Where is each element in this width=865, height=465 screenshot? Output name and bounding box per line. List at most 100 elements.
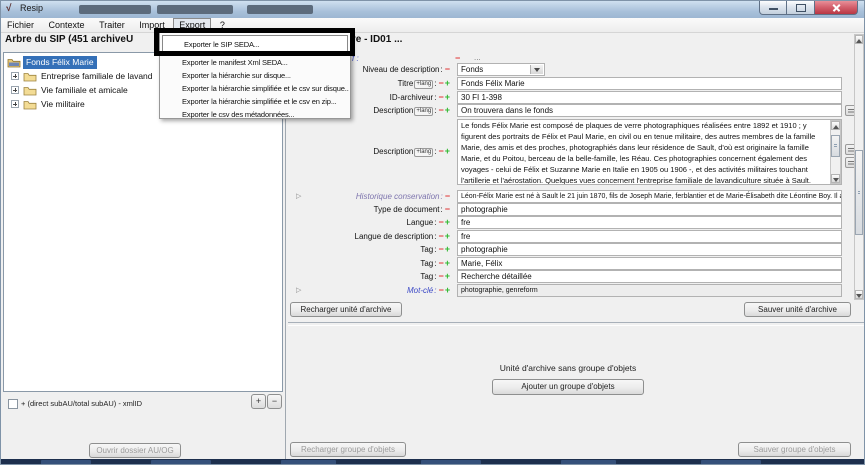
tree-item-label: Vie militaire: [39, 98, 87, 111]
add-field-icon[interactable]: +: [445, 271, 450, 281]
scrollbar-thumb[interactable]: [831, 135, 840, 157]
id-archiveur-input[interactable]: 30 FI 1-398: [457, 91, 842, 104]
profile-label-fragment: f :: [352, 54, 359, 63]
remove-field-icon[interactable]: −: [438, 231, 443, 241]
archive-unit-panel: Unité d'archive - ID01 ... f : − ... Niv…: [288, 32, 865, 459]
object-group-empty-text: Unité d'archive sans groupe d'objets: [288, 363, 848, 373]
folder-icon: [23, 85, 37, 96]
type-document-input[interactable]: photographie: [457, 203, 842, 216]
add-field-icon[interactable]: +: [445, 258, 450, 268]
add-field-icon[interactable]: +: [445, 217, 450, 227]
minimize-icon: [769, 8, 778, 10]
menu-item-export-simplified-csv-zip[interactable]: Exporter la hiérarchie simplifiée et le …: [161, 95, 349, 108]
remove-field-icon[interactable]: −: [445, 191, 450, 201]
menu-item-export-sip-seda[interactable]: Exporter le SIP SEDA...: [162, 35, 348, 52]
sip-tree-header: Arbre du SIP (451 archiveU: [5, 34, 133, 45]
tree-item-label: Entreprise familiale de lavand: [39, 70, 155, 83]
add-lang-badge[interactable]: +lang: [414, 148, 433, 157]
menu-fichier[interactable]: Fichier: [1, 18, 40, 31]
reload-archive-unit-button[interactable]: Recharger unité d'archive: [290, 302, 402, 317]
remove-field-icon[interactable]: −: [455, 53, 460, 63]
minimize-button[interactable]: [759, 1, 787, 15]
add-field-icon[interactable]: +: [445, 231, 450, 241]
add-lang-badge[interactable]: +lang: [414, 107, 433, 116]
reload-object-group-button[interactable]: Recharger groupe d'objets: [290, 442, 406, 457]
field-label: Tag:−+: [288, 270, 450, 283]
langue-description-input[interactable]: fre: [457, 230, 842, 243]
more-icon[interactable]: ...: [474, 53, 481, 62]
form-scrollbar[interactable]: [854, 34, 864, 300]
menu-item-export-hierarchy-disk[interactable]: Exporter la hiérarchie sur disque...: [161, 69, 349, 82]
titre-input[interactable]: Fonds Félix Marie: [457, 77, 842, 90]
section-divider: [288, 322, 865, 326]
remove-field-icon[interactable]: −: [438, 105, 443, 115]
mot-cle-input[interactable]: photographie, genreform: [457, 284, 842, 297]
menu-item-export-metadata-csv[interactable]: Exporter le csv des métadonnées...: [161, 108, 349, 121]
historique-conservation-input[interactable]: Léon-Félix Marie est né à Sault le 21 ju…: [457, 190, 842, 203]
subau-count-checkbox[interactable]: [8, 399, 18, 409]
add-object-group-button[interactable]: Ajouter un groupe d'objets: [492, 379, 644, 395]
menu-traiter[interactable]: Traiter: [93, 18, 131, 31]
save-archive-unit-button[interactable]: Sauver unité d'archive: [744, 302, 851, 317]
title-bar[interactable]: √ Resip: [1, 1, 865, 19]
tag-input[interactable]: Recherche détaillée: [457, 270, 842, 283]
remove-field-icon[interactable]: −: [438, 92, 443, 102]
scroll-down-icon[interactable]: [831, 174, 840, 183]
add-field-icon[interactable]: +: [445, 244, 450, 254]
scroll-up-icon[interactable]: [855, 35, 863, 44]
remove-field-icon[interactable]: −: [438, 78, 443, 88]
add-field-icon[interactable]: +: [445, 78, 450, 88]
field-label: Tag:−+: [288, 257, 450, 270]
description-input[interactable]: On trouvera dans le fonds: [457, 104, 842, 117]
save-object-group-button[interactable]: Sauver groupe d'objets: [738, 442, 851, 457]
add-lang-badge[interactable]: +lang: [414, 80, 433, 89]
folder-icon: [23, 99, 37, 110]
add-field-icon[interactable]: +: [445, 92, 450, 102]
expand-icon[interactable]: [11, 72, 19, 80]
remove-field-icon[interactable]: −: [438, 217, 443, 227]
field-label: Type de document:−: [288, 203, 450, 216]
folder-icon: [7, 57, 21, 68]
tree-item-label: Vie familiale et amicale: [39, 84, 130, 97]
field-label: Tag:−+: [288, 243, 450, 256]
remove-field-icon[interactable]: −: [438, 244, 443, 254]
maximize-icon: [796, 4, 806, 12]
remove-field-icon[interactable]: −: [438, 285, 443, 295]
redacted-text: [79, 5, 151, 14]
add-field-icon[interactable]: +: [445, 146, 450, 156]
add-field-icon[interactable]: +: [445, 105, 450, 115]
remove-field-icon[interactable]: −: [445, 204, 450, 214]
expand-icon[interactable]: [11, 100, 19, 108]
menu-help[interactable]: ?: [214, 18, 231, 31]
textarea-scrollbar[interactable]: [830, 120, 841, 184]
remove-field-icon[interactable]: −: [438, 258, 443, 268]
remove-field-icon[interactable]: −: [438, 271, 443, 281]
menu-item-export-simplified-csv-disk[interactable]: Exporter la hiérarchie simplifiée et le …: [161, 82, 349, 95]
export-menu-popup: Exporter le SIP SEDA... Exporter le mani…: [159, 31, 351, 119]
redacted-text: [157, 5, 233, 14]
tree-item-label: Fonds Félix Marie: [23, 56, 97, 69]
scrollbar-thumb[interactable]: [855, 150, 863, 235]
menu-import[interactable]: Import: [133, 18, 171, 31]
remove-field-icon[interactable]: −: [445, 64, 450, 74]
maximize-button[interactable]: [787, 1, 814, 15]
tree-collapse-button[interactable]: −: [267, 394, 282, 409]
field-label: Langue:−+: [288, 216, 450, 229]
expand-icon[interactable]: [11, 86, 19, 94]
tree-expand-button[interactable]: +: [251, 394, 266, 409]
add-field-icon[interactable]: +: [445, 285, 450, 295]
scroll-up-icon[interactable]: [831, 121, 840, 130]
description-textarea[interactable]: Le fonds Félix Marie est composé de plaq…: [457, 119, 842, 185]
open-au-og-folder-button[interactable]: Ouvrir dossier AU/OG: [89, 443, 181, 458]
langue-input[interactable]: fre: [457, 216, 842, 229]
tag-input[interactable]: Marie, Félix: [457, 257, 842, 270]
remove-field-icon[interactable]: −: [438, 146, 443, 156]
menu-item-export-manifest[interactable]: Exporter le manifest Xml SEDA...: [161, 56, 349, 69]
niveau-description-select[interactable]: Fonds: [457, 63, 545, 76]
chevron-down-icon: [530, 65, 543, 74]
scroll-down-icon[interactable]: [855, 290, 863, 299]
tag-input[interactable]: photographie: [457, 243, 842, 256]
close-button[interactable]: [814, 1, 858, 15]
window-controls: [759, 1, 858, 15]
menu-contexte[interactable]: Contexte: [43, 18, 91, 31]
